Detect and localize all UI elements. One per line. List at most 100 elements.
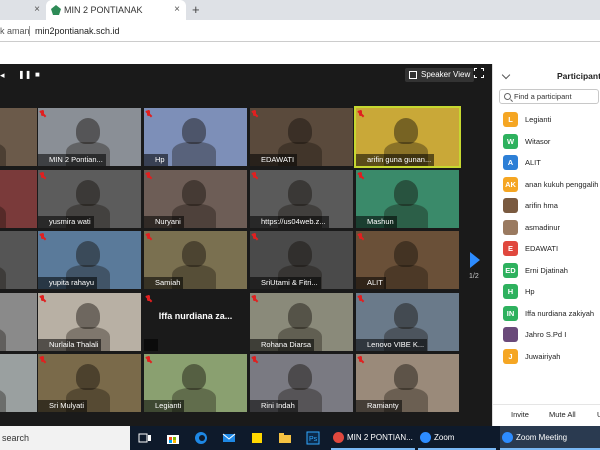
pause-icon[interactable]: ❚❚ [18, 70, 31, 79]
video-tile[interactable]: Lenovo VIBE K... [356, 293, 459, 351]
participant-row[interactable]: H Hp [493, 281, 600, 303]
participant-name: Hp [525, 287, 535, 296]
video-tile[interactable]: EDAWATI [250, 108, 353, 166]
video-tile[interactable]: yupita rahayu [38, 231, 141, 289]
video-tile[interactable] [0, 108, 37, 166]
taskbar-app-button[interactable]: MIN 2 PONTIAN... [331, 426, 415, 450]
video-tile[interactable]: Nurlaila Thalali [38, 293, 141, 351]
taskbar-app-label: Zoom Meeting [516, 433, 568, 442]
avatar [503, 219, 518, 235]
participant-name: arifin hma [525, 201, 558, 210]
participant-row[interactable]: A ALIT [493, 152, 600, 174]
video-tile-name: Lenovo VIBE K... [356, 339, 428, 351]
video-tile-name [144, 339, 158, 351]
participant-row[interactable]: J Juwairiyah [493, 346, 600, 368]
mute-all-button[interactable]: Mute All [549, 410, 576, 419]
task-view-icon[interactable] [138, 431, 152, 445]
video-tile[interactable] [0, 354, 37, 412]
participant-name: Juwairiyah [525, 351, 561, 361]
participant-name: Legianti [525, 115, 552, 124]
photoshop-icon[interactable]: Ps [306, 431, 320, 445]
video-tile[interactable]: Rohana Diarsa [250, 293, 353, 351]
zoom-icon [502, 432, 513, 443]
browser-tab-previous[interactable]: × [0, 0, 44, 20]
video-tile-name: Rini Indah [250, 400, 298, 412]
edge-icon[interactable] [194, 431, 208, 445]
video-tile[interactable] [0, 170, 37, 228]
video-tile[interactable]: Iffa nurdiana za... [144, 293, 247, 351]
store-icon[interactable] [166, 431, 180, 445]
participant-silhouette [288, 118, 312, 144]
video-tile-name: Legianti [144, 400, 185, 412]
participant-row[interactable]: AK anan kukuh penggalih [493, 174, 600, 196]
muted-mic-icon [146, 295, 152, 303]
video-tile[interactable]: MIN 2 Pontian... [38, 108, 141, 166]
avatar: J [503, 348, 518, 364]
sticky-notes-icon[interactable] [250, 431, 264, 445]
participant-row[interactable]: Jahro S.Pd I [493, 324, 600, 346]
participant-row[interactable]: arifin hma [493, 195, 600, 217]
video-tile[interactable]: Samiah [144, 231, 247, 289]
muted-mic-icon [146, 172, 152, 180]
participants-title: Participants [557, 71, 600, 81]
invite-button[interactable]: Invite [511, 410, 529, 419]
video-tile[interactable] [0, 293, 37, 351]
speaker-view-button[interactable]: Speaker View [405, 68, 475, 82]
video-tile[interactable]: SriUtami & Fitri... [250, 231, 353, 289]
back-icon[interactable]: ◂ [0, 70, 5, 81]
muted-mic-icon [40, 233, 46, 241]
video-tile-name: Mashun [356, 216, 397, 228]
taskbar-search[interactable]: search [0, 426, 130, 450]
video-tile[interactable]: Hp [144, 108, 247, 166]
participant-row[interactable]: IN Iffa nurdiana zakiyah [493, 303, 600, 325]
video-tile[interactable]: Rini Indah [250, 354, 353, 412]
fullscreen-icon[interactable] [473, 67, 485, 79]
participant-row[interactable]: ED Erni Djatinah [493, 260, 600, 282]
browser-tab-min2[interactable]: MIN 2 PONTIANAK × [46, 0, 186, 20]
chevron-down-icon[interactable] [501, 70, 511, 80]
participant-silhouette [288, 303, 312, 329]
participant-name: anan kukuh penggalih [525, 179, 599, 189]
mail-icon[interactable] [222, 431, 236, 445]
file-explorer-icon[interactable] [278, 431, 292, 445]
stop-icon[interactable]: ■ [35, 70, 40, 79]
next-page-arrow-icon[interactable] [470, 252, 480, 268]
video-tile[interactable]: Legianti [144, 354, 247, 412]
video-tile[interactable]: yusmira wati [38, 170, 141, 228]
video-tile[interactable] [0, 231, 37, 289]
video-tile[interactable]: ALIT [356, 231, 459, 289]
video-tile[interactable]: arifin guna gunan... [354, 106, 461, 168]
muted-mic-icon [40, 110, 46, 118]
video-tile[interactable]: Nuryani [144, 170, 247, 228]
zoom-icon [420, 432, 431, 443]
new-tab-button[interactable]: + [192, 0, 200, 19]
video-tile[interactable]: Sri Mulyati [38, 354, 141, 412]
participant-search[interactable] [499, 89, 599, 104]
video-tile-name: Sri Mulyati [38, 400, 88, 412]
participant-row[interactable]: E EDAWATI [493, 238, 600, 260]
video-tile[interactable]: https://us04web.z... [250, 170, 353, 228]
muted-mic-icon [358, 110, 364, 118]
participant-body [384, 265, 428, 289]
avatar: H [503, 284, 518, 299]
avatar: ED [503, 262, 518, 278]
video-tile[interactable]: Mashun [356, 170, 459, 228]
tab-close-icon[interactable]: × [174, 0, 180, 20]
address-url[interactable]: min2pontianak.sch.id [35, 20, 120, 42]
participant-row[interactable]: L Legianti [493, 109, 600, 131]
muted-mic-icon [146, 233, 152, 241]
tab-close-icon[interactable]: × [34, 0, 40, 20]
video-tile-name: Ramianty [356, 400, 402, 412]
participant-row[interactable]: asmadinur [493, 217, 600, 239]
security-indicator[interactable]: k aman [0, 20, 30, 42]
taskbar-app-button[interactable]: Zoom [418, 426, 496, 450]
video-tile-name: https://us04web.z... [250, 216, 329, 228]
address-bar[interactable]: k aman min2pontianak.sch.id [0, 20, 600, 42]
taskbar-app-button[interactable]: Zoom Meeting [500, 426, 600, 450]
page-indicator: 1/2 [469, 273, 479, 280]
participant-search-input[interactable] [514, 91, 599, 102]
muted-mic-icon [358, 356, 364, 364]
video-tile[interactable]: Ramianty [356, 354, 459, 412]
participant-row[interactable]: W Witasor [493, 131, 600, 153]
participant-silhouette [394, 180, 418, 206]
